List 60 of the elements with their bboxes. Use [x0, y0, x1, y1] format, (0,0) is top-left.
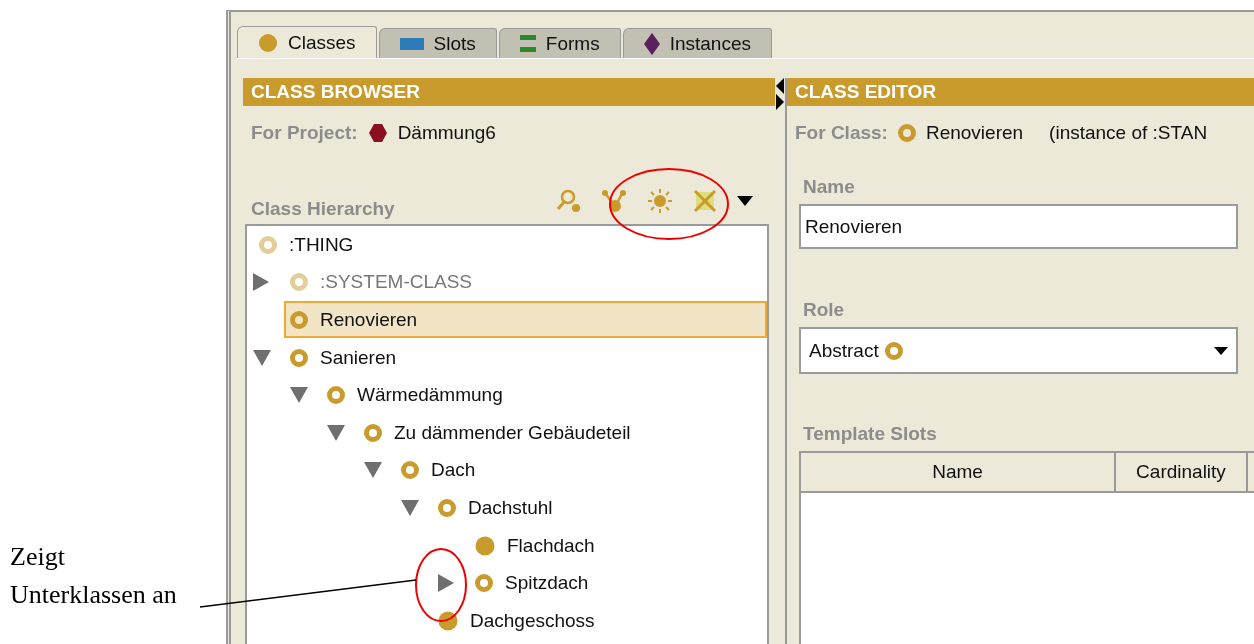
- rectangle-icon: [399, 37, 424, 50]
- class-icon: [290, 273, 308, 292]
- field-label: For Class:: [795, 122, 888, 144]
- class-icon: [475, 535, 495, 556]
- class-icon: [884, 341, 903, 360]
- tree-item[interactable]: Sanieren: [284, 339, 767, 377]
- collapsed-triangle-icon[interactable]: [438, 574, 454, 593]
- tree-item[interactable]: Dachstuhl: [432, 489, 767, 527]
- class-icon: [290, 311, 308, 329]
- class-icon: [259, 235, 277, 254]
- section-label: Class Hierarchy: [251, 198, 395, 220]
- caret-icon[interactable]: [737, 196, 753, 206]
- tree-item[interactable]: Flachdach: [469, 527, 767, 565]
- class-icon: [438, 610, 458, 631]
- class-icon: [327, 386, 345, 405]
- expanded-triangle-icon[interactable]: [364, 462, 382, 479]
- tree-item[interactable]: Renovieren: [284, 301, 767, 339]
- bars-icon: [519, 34, 536, 53]
- column-header[interactable]: Cardinality: [1116, 453, 1248, 491]
- field-label: Name: [803, 176, 855, 198]
- section-label: Template Slots: [803, 423, 937, 445]
- collapsed-triangle-icon[interactable]: [253, 273, 269, 292]
- tree-item[interactable]: :SYSTEM-CLASS: [284, 263, 767, 301]
- panel-header: CLASS EDITOR: [787, 78, 1254, 106]
- panel-header: CLASS BROWSER: [243, 78, 775, 106]
- tree-item[interactable]: Spitzdach: [469, 564, 767, 602]
- project-name: Dämmung6: [397, 122, 496, 144]
- class-icon: [364, 423, 382, 442]
- expanded-triangle-icon[interactable]: [253, 349, 271, 366]
- class-name: Renovieren: [925, 122, 1024, 144]
- class-icon: [290, 348, 308, 367]
- role-dropdown[interactable]: Abstract: [799, 327, 1238, 374]
- expanded-triangle-icon[interactable]: [327, 424, 345, 441]
- hexagon-icon: [367, 123, 388, 143]
- circle-icon: [258, 32, 278, 53]
- tab[interactable]: Classes: [237, 26, 377, 58]
- caret-icon: [1214, 346, 1228, 355]
- class-icon: [475, 574, 493, 593]
- tree-item[interactable]: Zu dämmender Gebäudeteil: [358, 414, 767, 452]
- field-label: For Project:: [251, 122, 358, 144]
- class-icon: [897, 124, 916, 142]
- tree-item[interactable]: Dach: [395, 451, 767, 489]
- class-icon: [438, 498, 456, 517]
- expanded-triangle-icon[interactable]: [290, 387, 308, 404]
- field-label: Role: [803, 299, 845, 321]
- tree-item[interactable]: Wärmedämmung: [321, 376, 767, 414]
- tree-item[interactable]: Dachgeschoss: [432, 602, 767, 640]
- annotation-text: Zeigt Unterklassen an: [10, 541, 178, 611]
- collapse-right-icon[interactable]: [776, 94, 784, 110]
- expanded-triangle-icon[interactable]: [401, 499, 419, 516]
- tree-item[interactable]: :THING: [247, 226, 767, 264]
- column-header[interactable]: Name: [801, 453, 1116, 491]
- tab[interactable]: Instances: [622, 28, 772, 58]
- hierarchy-icon[interactable]: [601, 189, 627, 213]
- instance-of-text: (instance of :STAN: [1049, 122, 1208, 144]
- name-field[interactable]: Renovieren: [799, 204, 1238, 249]
- tab[interactable]: Slots: [378, 28, 497, 58]
- tab[interactable]: Forms: [498, 28, 621, 58]
- diamond-icon: [643, 32, 660, 55]
- class-icon: [401, 461, 419, 480]
